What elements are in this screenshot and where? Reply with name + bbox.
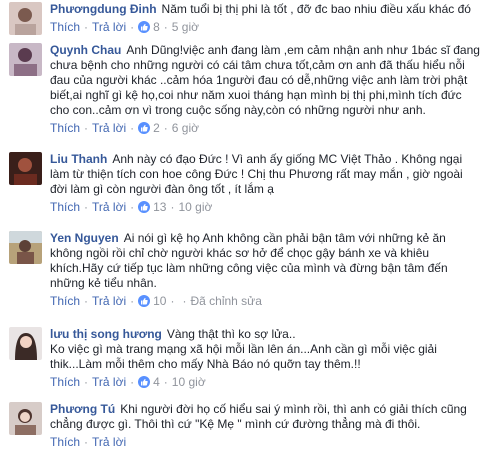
comment-body: Liu Thanh Anh này có đạo Đức ! Vì anh ấy … (50, 152, 480, 215)
avatar[interactable] (9, 402, 42, 435)
separator-dot: · (130, 375, 135, 389)
reply-link[interactable]: Trả lời (92, 435, 126, 449)
avatar[interactable] (9, 231, 42, 264)
comment-actions: Thích · Trả lời · 10 · · Đã chỉnh sửa (50, 293, 480, 309)
like-count[interactable]: 10 (153, 294, 166, 308)
comment-body: Quynh Chau Anh Dũng!việc anh đang làm ,em… (50, 43, 480, 136)
thumbs-up-icon[interactable] (138, 295, 151, 307)
comment-text: Năm tuổi bị thị phi là tốt , đỡ đc bao n… (161, 2, 471, 16)
comment-actions: Thích · Trả lời · 4 · 10 giờ (50, 374, 480, 390)
separator-dot: · (84, 121, 89, 135)
comment-actions: Thích · Trả lời · 2 · 6 giờ (50, 120, 480, 136)
comment-body: Phương Tú Khi người đời họ cố hiểu sai ý … (50, 402, 480, 450)
like-link[interactable]: Thích (50, 294, 80, 308)
edited-label[interactable]: Đã chỉnh sửa (190, 294, 261, 308)
separator-dot: · (130, 121, 135, 135)
avatar[interactable] (9, 43, 42, 76)
like-link[interactable]: Thích (50, 20, 80, 34)
comment-author[interactable]: lưu thị song hương (50, 327, 162, 341)
comment-time[interactable]: 10 giờ (178, 200, 212, 214)
like-link[interactable]: Thích (50, 375, 80, 389)
thumbs-up-icon[interactable] (138, 201, 151, 213)
thumbs-up-icon[interactable] (138, 21, 151, 33)
like-link[interactable]: Thích (50, 121, 80, 135)
separator-dot: · (84, 294, 89, 308)
separator-dot: · (163, 20, 168, 34)
avatar[interactable] (9, 327, 42, 360)
separator-dot: · (84, 375, 89, 389)
separator-dot: · (84, 435, 89, 449)
comment-body: Phươngdung Đinh Năm tuổi bị thị phi là tố… (50, 2, 480, 35)
avatar[interactable] (9, 152, 42, 185)
separator-dot: · (163, 375, 168, 389)
comment-actions: Thích · Trả lời (50, 434, 480, 450)
like-count[interactable]: 13 (153, 200, 166, 214)
separator-dot: · (130, 200, 135, 214)
separator-dot: · (170, 200, 175, 214)
like-count[interactable]: 4 (153, 375, 160, 389)
reply-link[interactable]: Trả lời (92, 294, 126, 308)
comment-author[interactable]: Phương Tú (50, 402, 115, 416)
reply-link[interactable]: Trả lời (92, 20, 126, 34)
separator-dot: · (130, 294, 135, 308)
like-count[interactable]: 2 (153, 121, 160, 135)
comment-time[interactable]: 5 giờ (172, 20, 199, 34)
separator-dot: · (130, 20, 135, 34)
separator-dot: · (170, 294, 175, 308)
separator-dot: · (84, 200, 89, 214)
reply-link[interactable]: Trả lời (92, 200, 126, 214)
like-link[interactable]: Thích (50, 435, 80, 449)
like-link[interactable]: Thích (50, 200, 80, 214)
separator-dot: · (84, 20, 89, 34)
reply-link[interactable]: Trả lời (92, 375, 126, 389)
separator-dot: · (163, 121, 168, 135)
comment-time[interactable]: 10 giờ (172, 375, 206, 389)
comment-actions: Thích · Trả lời · 8 · 5 giờ (50, 19, 480, 35)
thumbs-up-icon[interactable] (138, 376, 151, 388)
comment-actions: Thích · Trả lời · 13 · 10 giờ (50, 199, 480, 215)
avatar[interactable] (9, 2, 42, 35)
like-count[interactable]: 8 (153, 20, 160, 34)
reply-link[interactable]: Trả lời (92, 121, 126, 135)
comment-body: lưu thị song hương Vàng thật thì ko sợ lử… (50, 327, 480, 390)
comment-author[interactable]: Quynh Chau (50, 43, 121, 57)
comment-author[interactable]: Phươngdung Đinh (50, 2, 157, 16)
comment-author[interactable]: Yen Nguyen (50, 231, 119, 245)
comment-author[interactable]: Liu Thanh (50, 152, 107, 166)
separator-dot: · (182, 294, 187, 308)
comment-text: Anh này có đạo Đức ! Vì anh ấy giống MC … (50, 152, 467, 196)
comment-body: Yen Nguyen Ai nói gì kệ họ Anh không cần … (50, 231, 480, 309)
thumbs-up-icon[interactable] (138, 122, 151, 134)
comment-list: Phươngdung Đinh Năm tuổi bị thị phi là tố… (0, 0, 486, 454)
comment-time[interactable]: 6 giờ (172, 121, 199, 135)
